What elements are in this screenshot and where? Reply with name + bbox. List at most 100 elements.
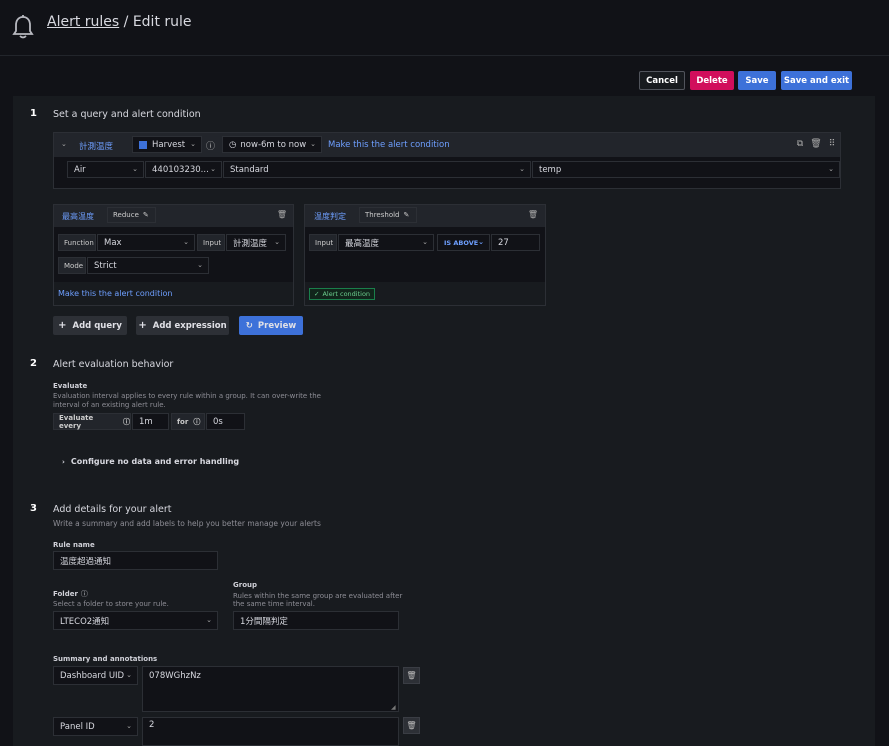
add-query-label: Add query xyxy=(72,320,122,331)
time-range-picker[interactable]: ◷ now-6m to now ⌄ xyxy=(222,136,322,153)
expression-type-label: Reduce xyxy=(113,211,139,219)
folder-label-text: Folder xyxy=(53,590,78,598)
alert-condition-label: Alert condition xyxy=(322,290,371,298)
bell-icon xyxy=(12,14,34,40)
clock-icon: ◷ xyxy=(229,139,237,150)
chevron-down-icon: ⌄ xyxy=(197,261,203,269)
check-icon: ✓ xyxy=(314,290,320,298)
annotation-key-select-1[interactable]: Dashboard UID ⌄ xyxy=(53,666,138,685)
chevron-down-icon: ⌄ xyxy=(132,165,138,173)
save-button[interactable]: Save xyxy=(738,71,776,90)
threshold-expression-name[interactable]: 温度判定 xyxy=(314,211,346,222)
step-3-number: 3 xyxy=(30,503,37,514)
plus-icon: + xyxy=(58,320,67,331)
reduce-expression-name[interactable]: 最高温度 xyxy=(62,211,94,222)
threshold-value-input[interactable]: 27 xyxy=(491,234,540,251)
rule-name-input[interactable]: 温度超過通知 xyxy=(53,551,218,570)
annotation-value-textarea-2[interactable]: 2 xyxy=(142,717,399,746)
info-icon[interactable]: ⓘ xyxy=(206,139,215,152)
step-3-title: Add details for your alert xyxy=(53,504,172,515)
chevron-down-icon: ⌄ xyxy=(310,140,316,148)
query-field-3[interactable]: Standard ⌄ xyxy=(223,161,531,178)
for-text: for xyxy=(177,417,189,426)
step-2-title: Alert evaluation behavior xyxy=(53,359,174,370)
chevron-down-icon: ⌄ xyxy=(126,722,132,730)
breadcrumb-current: Edit rule xyxy=(132,14,192,30)
query-field-1-value: Air xyxy=(74,164,86,175)
make-alert-condition-link[interactable]: Make this the alert condition xyxy=(58,289,172,298)
expression-type-badge[interactable]: Reduce ✎ xyxy=(107,207,156,223)
configure-no-data-toggle[interactable]: › Configure no data and error handling xyxy=(62,457,239,466)
cancel-button[interactable]: Cancel xyxy=(639,71,685,90)
mode-select[interactable]: Strict ⌄ xyxy=(87,257,209,274)
info-icon: ⓘ xyxy=(123,417,130,426)
folder-select[interactable]: LTECO2通知 ⌄ xyxy=(53,611,218,630)
mode-value: Strict xyxy=(94,260,117,271)
trash-icon: 🗑 xyxy=(406,671,417,680)
threshold-operator-select[interactable]: IS ABOVE ⌄ xyxy=(437,234,490,251)
group-label: Group xyxy=(233,581,258,589)
trash-icon[interactable]: 🗑 xyxy=(809,139,823,153)
chevron-down-icon: ⌄ xyxy=(183,238,189,246)
drag-handle-icon[interactable]: ⠿ xyxy=(825,139,839,153)
add-expression-button[interactable]: + Add expression xyxy=(136,316,229,335)
input-select[interactable]: 計測温度 ⌄ xyxy=(226,234,286,251)
configure-no-data-label: Configure no data and error handling xyxy=(70,457,240,466)
rule-name-label: Rule name xyxy=(53,541,95,549)
mode-label: Mode xyxy=(58,257,86,274)
preview-label: Preview xyxy=(257,320,297,331)
chevron-down-icon: ⌄ xyxy=(422,238,428,246)
input-value: 最高温度 xyxy=(345,238,380,249)
breadcrumb: Alert rules / Edit rule xyxy=(47,14,192,30)
evaluate-every-input[interactable]: 1m xyxy=(132,413,169,430)
input-select[interactable]: 最高温度 ⌄ xyxy=(338,234,434,251)
breadcrumb-separator: / xyxy=(119,14,133,30)
add-query-button[interactable]: + Add query xyxy=(53,316,127,335)
query-field-3-value: Standard xyxy=(230,164,269,175)
trash-icon[interactable]: 🗑 xyxy=(275,210,289,224)
chevron-down-icon: ⌄ xyxy=(519,165,525,173)
threshold-operator-value: IS ABOVE xyxy=(444,238,479,247)
for-input[interactable]: 0s xyxy=(206,413,245,430)
breadcrumb-alert-rules-link[interactable]: Alert rules xyxy=(47,14,119,30)
annotation-key-2-value: Panel ID xyxy=(60,721,95,732)
summary-annotations-label: Summary and annotations xyxy=(53,655,158,663)
query-field-4[interactable]: temp ⌄ xyxy=(532,161,840,178)
evaluate-description: Evaluation interval applies to every rul… xyxy=(53,392,321,409)
input-value: 計測温度 xyxy=(233,238,268,249)
delete-annotation-1-button[interactable]: 🗑 xyxy=(403,667,420,684)
delete-button[interactable]: Delete xyxy=(690,71,734,90)
for-label: for ⓘ xyxy=(171,413,205,430)
chevron-down-icon: ⌄ xyxy=(274,238,280,246)
edit-icon: ✎ xyxy=(142,211,149,219)
collapse-chevron-icon[interactable]: ⌄ xyxy=(61,140,67,148)
trash-icon[interactable]: 🗑 xyxy=(526,210,540,224)
preview-button[interactable]: ↻ Preview xyxy=(239,316,303,335)
group-input[interactable]: 1分間隔判定 xyxy=(233,611,399,630)
annotation-value-textarea-1[interactable]: 078WGhzNz xyxy=(142,666,399,712)
datasource-picker[interactable]: Harvest ⌄ xyxy=(132,136,202,153)
expression-type-badge[interactable]: Threshold ✎ xyxy=(359,207,417,223)
delete-annotation-2-button[interactable]: 🗑 xyxy=(403,717,420,734)
save-and-exit-button[interactable]: Save and exit xyxy=(781,71,852,90)
chevron-down-icon: ⌄ xyxy=(210,165,216,173)
query-field-2[interactable]: 440103230... ⌄ xyxy=(145,161,222,178)
step-1-title: Set a query and alert condition xyxy=(53,109,201,120)
refresh-icon: ↻ xyxy=(245,320,253,331)
info-icon: ⓘ xyxy=(80,590,88,598)
query-field-1[interactable]: Air ⌄ xyxy=(67,161,144,178)
step-3-subtitle: Write a summary and add labels to help y… xyxy=(53,519,321,528)
resize-handle-icon[interactable]: ◢ xyxy=(391,704,396,711)
alert-condition-badge: ✓ Alert condition xyxy=(309,288,376,300)
query-field-2-value: 440103230... xyxy=(152,164,209,175)
make-alert-condition-link[interactable]: Make this the alert condition xyxy=(328,140,450,150)
group-description: Rules within the same group are evaluate… xyxy=(233,592,403,608)
chevron-down-icon: ⌄ xyxy=(206,616,212,624)
copy-icon[interactable]: ⧉ xyxy=(793,139,807,153)
function-select[interactable]: Max ⌄ xyxy=(97,234,195,251)
expression-type-label: Threshold xyxy=(365,211,400,219)
trash-icon: 🗑 xyxy=(406,721,417,730)
function-label: Function xyxy=(58,234,96,251)
query-name[interactable]: 計測温度 xyxy=(79,140,113,152)
annotation-key-select-2[interactable]: Panel ID ⌄ xyxy=(53,717,138,736)
